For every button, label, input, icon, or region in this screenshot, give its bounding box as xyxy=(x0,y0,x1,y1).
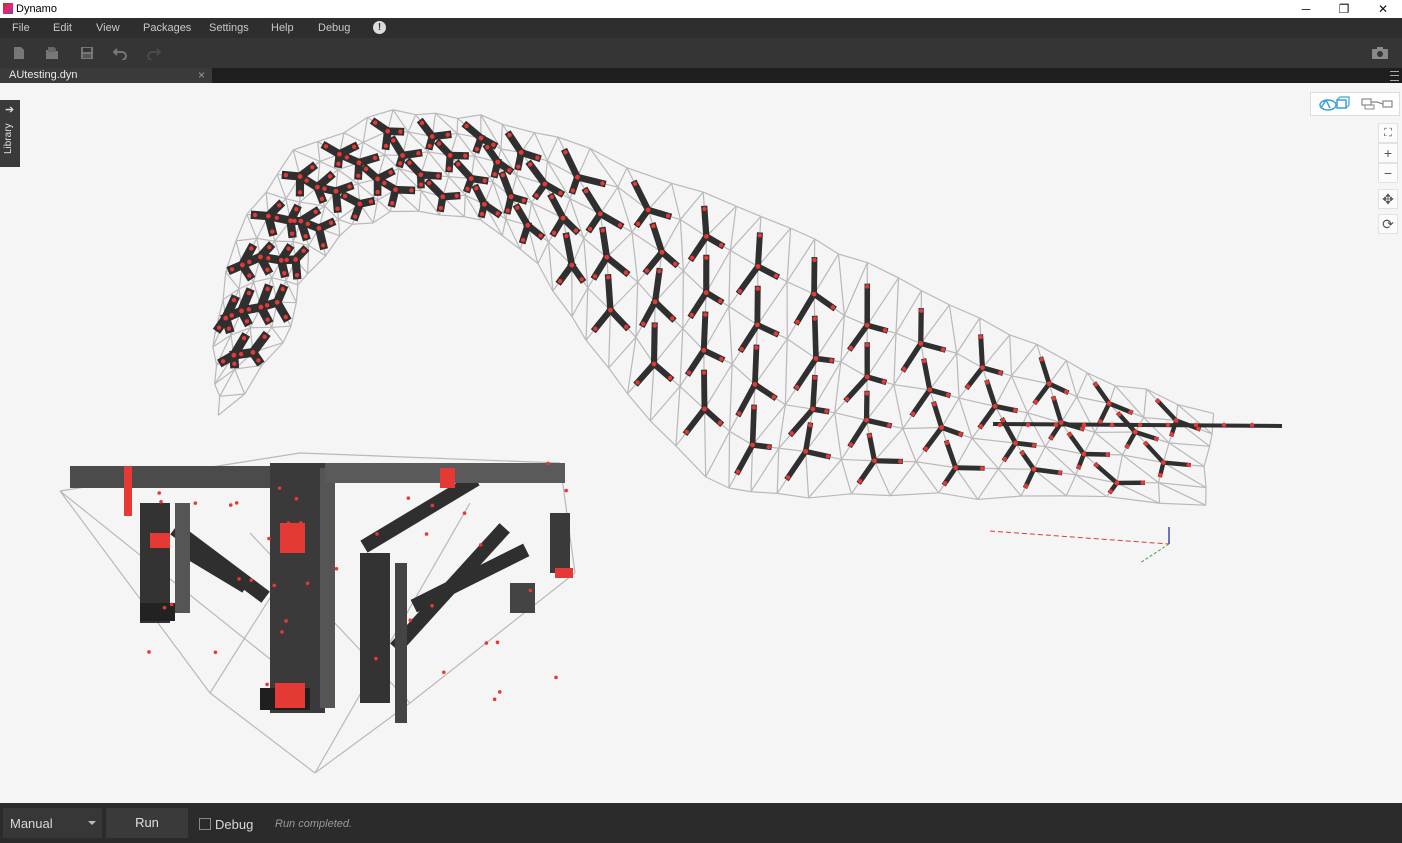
menu-debug[interactable]: Debug xyxy=(318,22,350,34)
zoom-out-icon[interactable]: − xyxy=(1378,163,1398,183)
axis-gizmo xyxy=(989,527,1170,564)
menu-file[interactable]: File xyxy=(12,22,30,34)
navigation-controls: ⛶ + − ✥ ⟳ xyxy=(1378,123,1398,235)
title-bar: Dynamo ─ ❐ ✕ xyxy=(0,0,1402,18)
zoom-to-fit-icon[interactable]: ⛶ xyxy=(1378,123,1398,143)
tabs-menu-icon[interactable] xyxy=(1390,71,1399,81)
save-icon[interactable] xyxy=(80,46,94,60)
undo-icon[interactable] xyxy=(113,46,127,60)
menu-settings[interactable]: Settings xyxy=(209,22,249,34)
close-window-button[interactable]: ✕ xyxy=(1364,0,1402,18)
geometry-preview xyxy=(59,109,1283,774)
column-blocks xyxy=(70,463,573,723)
restore-button[interactable]: ❐ xyxy=(1325,0,1363,18)
debug-label: Debug xyxy=(215,817,254,832)
run-button[interactable]: Run xyxy=(106,808,188,838)
toolbar xyxy=(0,38,1402,68)
orbit-icon[interactable]: ⟳ xyxy=(1378,214,1398,234)
library-label: Library xyxy=(3,123,14,154)
run-mode-dropdown[interactable]: Manual xyxy=(3,808,102,838)
expand-arrow-icon: ➔ xyxy=(5,104,15,116)
debug-checkbox[interactable] xyxy=(199,818,211,830)
minimize-button[interactable]: ─ xyxy=(1287,0,1325,18)
run-mode-value: Manual xyxy=(10,816,53,831)
tab-close-icon[interactable]: × xyxy=(198,68,205,82)
menu-view[interactable]: View xyxy=(96,22,120,34)
new-file-icon[interactable] xyxy=(12,46,26,60)
view-mode-toggle xyxy=(1310,92,1400,116)
run-status-text: Run completed. xyxy=(275,818,353,830)
zoom-in-icon[interactable]: + xyxy=(1378,143,1398,163)
pan-icon[interactable]: ✥ xyxy=(1378,189,1398,209)
tab-bar: AUtesting.dyn × xyxy=(0,68,1402,83)
3d-preview-mode-icon[interactable] xyxy=(1314,95,1354,113)
execution-bar: Manual Run Debug Run completed. xyxy=(0,803,1402,843)
menu-help[interactable]: Help xyxy=(271,22,294,34)
wireframe-mesh xyxy=(59,109,1215,774)
dynamo-app-icon xyxy=(3,3,13,14)
menu-edit[interactable]: Edit xyxy=(53,22,72,34)
open-file-icon[interactable] xyxy=(45,46,59,60)
redo-icon[interactable] xyxy=(147,46,161,60)
tab-label: AUtesting.dyn xyxy=(9,69,78,81)
3d-background-preview[interactable]: ➔ Library ⛶ + − ✥ ⟳ xyxy=(0,83,1402,803)
chevron-down-icon xyxy=(88,821,96,825)
menu-packages[interactable]: Packages xyxy=(143,22,191,34)
tab-autesting[interactable]: AUtesting.dyn × xyxy=(0,68,212,83)
steel-members xyxy=(170,117,1283,653)
screenshot-icon[interactable] xyxy=(1371,46,1389,60)
menu-bar: File Edit View Packages Settings Help De… xyxy=(0,18,1402,38)
graph-view-mode-icon[interactable] xyxy=(1357,95,1397,113)
library-toggle[interactable]: ➔ Library xyxy=(0,100,20,167)
notification-alert-icon[interactable]: ! xyxy=(373,21,386,34)
window-title: Dynamo xyxy=(16,3,57,15)
